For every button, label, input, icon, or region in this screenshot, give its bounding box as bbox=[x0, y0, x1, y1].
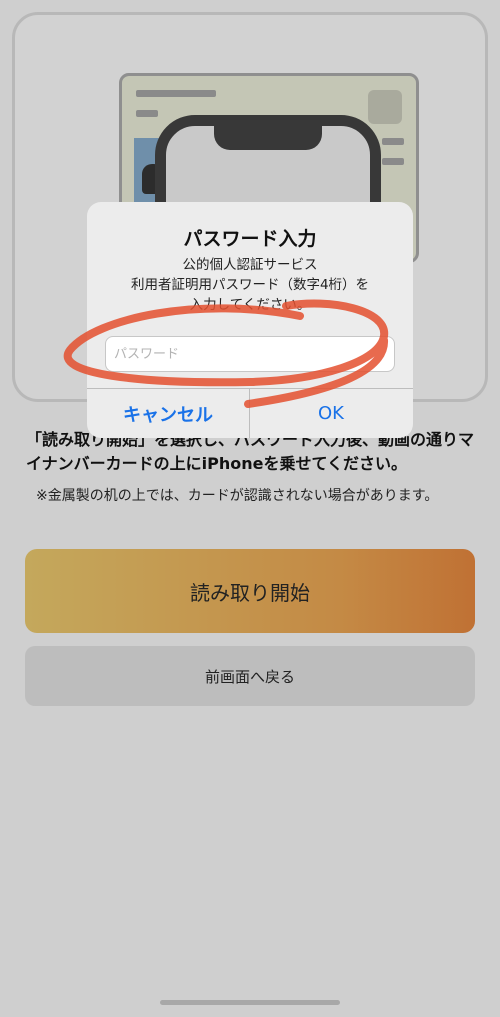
ok-button[interactable]: OK bbox=[250, 389, 412, 438]
card-chip bbox=[368, 90, 402, 124]
card-line bbox=[136, 110, 158, 117]
alert-message-line: 利用者証明用パスワード（数字4桁）を bbox=[130, 277, 370, 293]
password-input[interactable] bbox=[105, 336, 395, 372]
metal-desk-note: ※金属製の机の上では、カードが認識されない場合があります。 bbox=[36, 488, 439, 504]
cancel-button[interactable]: キャンセル bbox=[87, 389, 249, 438]
alert-title: パスワード入力 bbox=[183, 228, 317, 250]
start-reading-button[interactable]: 読み取り開始 bbox=[25, 549, 475, 633]
password-alert-dialog: パスワード入力 公的個人認証サービス 利用者証明用パスワード（数字4桁）を 入力… bbox=[87, 202, 413, 438]
iphone-notch bbox=[214, 124, 322, 150]
home-indicator[interactable] bbox=[160, 1000, 340, 1005]
card-line bbox=[382, 158, 404, 165]
card-line bbox=[382, 138, 404, 145]
alert-message-line: 入力してください。 bbox=[189, 297, 311, 313]
alert-message-line: 公的個人認証サービス bbox=[182, 257, 318, 273]
card-line bbox=[136, 90, 216, 97]
back-button[interactable]: 前画面へ戻る bbox=[25, 646, 475, 706]
alert-message: 公的個人認証サービス 利用者証明用パスワード（数字4桁）を 入力してください。 bbox=[97, 255, 403, 315]
